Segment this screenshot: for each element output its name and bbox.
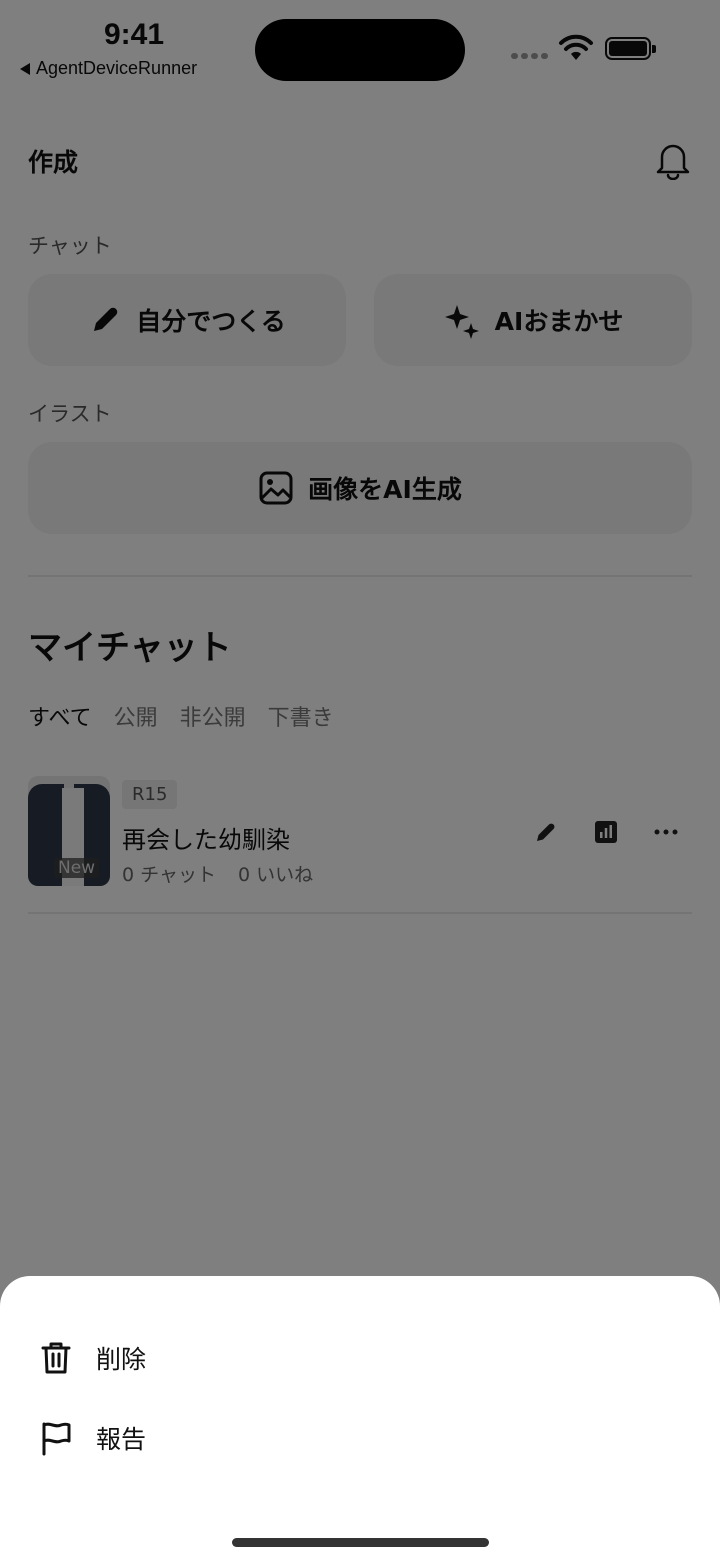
delete-action[interactable]: 削除 [40, 1340, 146, 1376]
home-indicator[interactable] [232, 1538, 489, 1547]
flag-icon [42, 1422, 71, 1456]
report-action[interactable]: 報告 [40, 1420, 146, 1456]
action-sheet: 削除 報告 [0, 1276, 720, 1561]
report-label: 報告 [96, 1425, 147, 1454]
delete-label: 削除 [96, 1345, 147, 1374]
trash-icon [41, 1342, 71, 1374]
